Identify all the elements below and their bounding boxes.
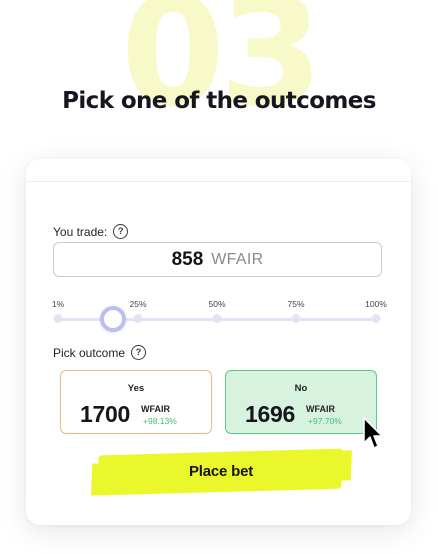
slider-tick[interactable] [212, 314, 222, 323]
outcome-yes-label: Yes [127, 383, 145, 394]
place-bet-button[interactable]: Place bet [116, 457, 326, 485]
trade-amount-value: 858 [171, 248, 204, 270]
outcome-no-change: +97.70% [308, 416, 342, 426]
page-title: Pick one of the outcomes [62, 88, 376, 114]
outcome-no-label: No [294, 383, 308, 394]
slider-tick-label[interactable]: 25% [129, 299, 146, 309]
outcome-label-row: Pick outcome ? [53, 345, 147, 360]
outcome-no-button[interactable]: No 1696 WFAIR +97.70% [225, 370, 377, 434]
slider-tick[interactable] [53, 314, 63, 323]
outcome-no-amount: 1696 [245, 401, 295, 427]
outcome-yes-button[interactable]: Yes 1700 WFAIR +98.13% [60, 370, 212, 434]
outcome-yes-amount: 1700 [80, 401, 130, 427]
mouse-pointer-icon [363, 417, 383, 449]
slider-tick-label[interactable]: 100% [365, 299, 387, 309]
outcome-no-unit: WFAIR [306, 404, 335, 414]
trade-label-row: You trade: ? [53, 224, 129, 239]
slider-tick-label[interactable]: 50% [208, 299, 225, 309]
slider-tick[interactable] [291, 314, 301, 323]
slider-tick-label[interactable]: 1% [52, 299, 64, 309]
slider-tick[interactable] [371, 314, 381, 323]
bet-card: You trade: ? 858 WFAIR 1% 25% 50% 75% 10… [26, 159, 411, 525]
trade-label: You trade: [53, 224, 108, 239]
slider-tick[interactable] [133, 314, 143, 323]
outcome-yes-unit: WFAIR [141, 404, 170, 414]
outcome-label: Pick outcome [53, 345, 126, 360]
slider-handle[interactable] [99, 306, 126, 332]
trade-amount-unit: WFAIR [211, 250, 264, 268]
card-divider [26, 181, 411, 182]
slider-tick-label[interactable]: 75% [287, 299, 304, 309]
question-circle-icon[interactable]: ? [113, 224, 129, 239]
trade-amount-input[interactable]: 858 WFAIR [53, 242, 382, 277]
outcome-yes-change: +98.13% [143, 416, 177, 426]
question-circle-icon[interactable]: ? [131, 345, 147, 360]
